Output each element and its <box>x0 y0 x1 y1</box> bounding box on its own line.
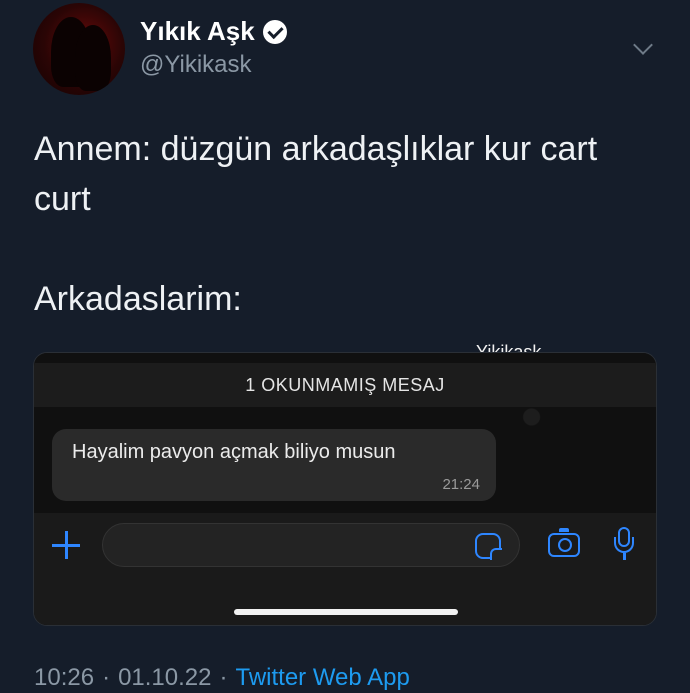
tweet-metadata: 10:26 · 01.10.22 · Twitter Web App <box>34 664 410 692</box>
sticker-icon <box>475 533 502 560</box>
unread-banner-text: 1 OKUNMAMIŞ MESAJ <box>245 374 445 395</box>
unread-banner: 1 OKUNMAMIŞ MESAJ <box>34 363 656 407</box>
tweet-text: Annem: düzgün arkadaşlıklar kur cart cur… <box>34 130 598 318</box>
tweet-image-attachment[interactable]: 1 OKUNMAMIŞ MESAJ Hayalim pavyon açmak b… <box>33 352 657 626</box>
avatar[interactable] <box>33 3 125 95</box>
message-time: 21:24 <box>442 476 480 493</box>
home-indicator <box>234 609 458 615</box>
chevron-down-icon[interactable] <box>633 35 653 55</box>
tweet-time[interactable]: 10:26 <box>34 664 94 692</box>
message-bubble: Hayalim pavyon açmak biliyo musun 21:24 <box>52 429 496 501</box>
tweet-source-link[interactable]: Twitter Web App <box>235 664 409 692</box>
camera-icon <box>548 528 580 557</box>
tweet-date[interactable]: 01.10.22 <box>118 664 211 692</box>
message-text: Hayalim pavyon açmak biliyo musun <box>72 441 396 463</box>
verified-badge-icon <box>262 19 287 44</box>
chat-input-bar <box>34 513 656 625</box>
user-handle[interactable]: @Yikikask <box>140 51 252 79</box>
microphone-icon <box>614 527 634 561</box>
display-name[interactable]: Yıkık Aşk <box>140 16 287 47</box>
plus-icon <box>50 529 82 561</box>
display-name-text: Yıkık Aşk <box>140 16 255 46</box>
meta-separator: · <box>102 664 111 691</box>
message-input <box>102 523 520 567</box>
meta-separator: · <box>219 664 228 691</box>
